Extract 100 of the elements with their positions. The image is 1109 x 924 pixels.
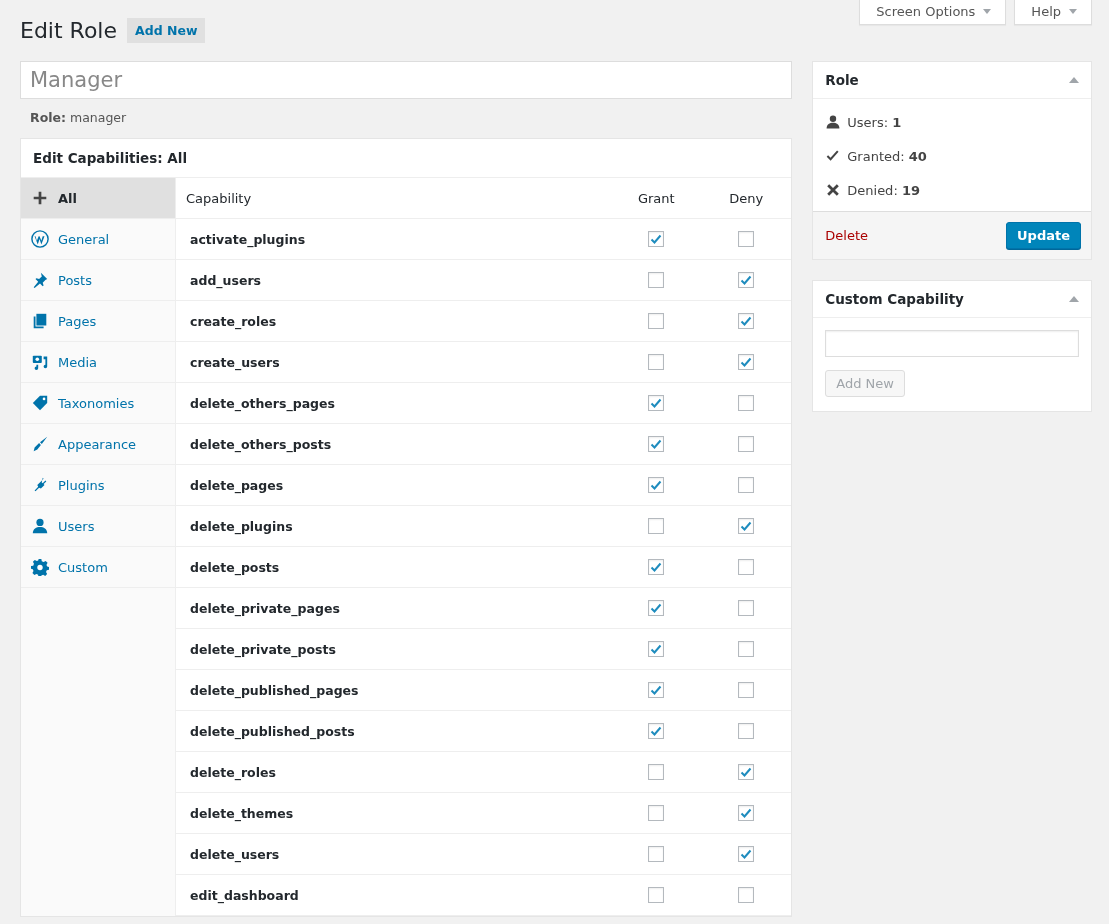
capability-name: delete_others_posts xyxy=(189,436,333,452)
deny-checkbox[interactable] xyxy=(738,764,755,780)
deny-checkbox[interactable] xyxy=(738,477,755,493)
deny-checkbox[interactable] xyxy=(738,436,755,452)
deny-checkbox[interactable] xyxy=(738,313,755,329)
deny-checkbox[interactable] xyxy=(738,354,755,370)
grant-checkbox[interactable] xyxy=(648,887,665,903)
grant-checkbox[interactable] xyxy=(648,723,665,739)
deny-checkbox[interactable] xyxy=(738,887,755,903)
role-name-field[interactable]: Manager xyxy=(20,61,793,99)
capability-name: delete_published_pages xyxy=(189,682,360,698)
deny-checkbox[interactable] xyxy=(738,641,755,657)
grant-checkbox[interactable] xyxy=(648,518,665,534)
grant-checkbox[interactable] xyxy=(648,641,665,657)
column-header: Grant xyxy=(636,190,676,206)
add-new-button[interactable]: Add New xyxy=(127,17,206,43)
group-tab[interactable]: Taxonomies xyxy=(21,383,175,424)
tag-icon xyxy=(31,394,49,412)
wordpress-logo-icon xyxy=(31,230,49,248)
group-tab[interactable]: Posts xyxy=(21,260,175,301)
grant-checkbox[interactable] xyxy=(648,764,665,780)
deny-checkbox[interactable] xyxy=(738,395,755,411)
group-tab[interactable]: Users xyxy=(21,506,175,547)
group-label: All xyxy=(58,190,77,206)
deny-checkbox[interactable] xyxy=(738,846,755,862)
screen-tab[interactable]: Screen Options xyxy=(859,0,1007,25)
box-title: Role xyxy=(825,72,859,88)
grant-checkbox[interactable] xyxy=(648,477,665,493)
delete-link[interactable]: Delete xyxy=(825,228,868,243)
plus-icon xyxy=(31,189,49,207)
group-label: Posts xyxy=(58,272,92,288)
stat-text: Granted: 40 xyxy=(847,148,927,164)
grant-checkbox[interactable] xyxy=(648,805,665,821)
stat-text: Users: 1 xyxy=(847,114,902,130)
pushpin-icon xyxy=(31,271,49,289)
capability-input-field[interactable] xyxy=(825,330,1079,357)
grant-checkbox[interactable] xyxy=(648,272,665,288)
grant-checkbox[interactable] xyxy=(648,559,665,575)
capability-name: delete_published_posts xyxy=(189,723,356,739)
collapse-toggle-icon[interactable] xyxy=(1069,296,1079,302)
capability-name: delete_others_pages xyxy=(189,395,336,411)
grant-checkbox[interactable] xyxy=(648,395,665,411)
group-label: Media xyxy=(58,354,98,370)
group-label: General xyxy=(58,231,110,247)
grant-checkbox[interactable] xyxy=(648,354,665,370)
group-tab[interactable]: General xyxy=(21,219,175,260)
capability-name: delete_themes xyxy=(189,805,295,821)
capability-name: add_users xyxy=(189,272,262,288)
deny-checkbox[interactable] xyxy=(738,518,755,534)
capability-name: delete_private_posts xyxy=(189,641,337,657)
deny-checkbox[interactable] xyxy=(738,682,755,698)
caret-icon xyxy=(983,8,992,14)
deny-checkbox[interactable] xyxy=(738,723,755,739)
capability-name: delete_posts xyxy=(189,559,281,575)
stat-text: Denied: 19 xyxy=(847,182,920,198)
group-label: Custom xyxy=(58,559,108,575)
user-icon xyxy=(825,114,842,130)
collapse-toggle-icon[interactable] xyxy=(1069,77,1079,83)
deny-checkbox[interactable] xyxy=(738,272,755,288)
group-tab[interactable]: Media xyxy=(21,342,175,383)
capability-name: create_users xyxy=(189,354,281,370)
user-icon xyxy=(31,517,49,535)
group-label: Users xyxy=(58,518,95,534)
gear-icon xyxy=(31,558,49,576)
box-title: Custom Capability xyxy=(825,291,964,307)
capability-name: delete_private_pages xyxy=(189,600,341,616)
capability-name: create_roles xyxy=(189,313,278,329)
grant-checkbox[interactable] xyxy=(648,313,665,329)
capability-name: activate_plugins xyxy=(189,231,307,247)
deny-checkbox[interactable] xyxy=(738,600,755,616)
column-header: Capability xyxy=(185,190,253,206)
deny-checkbox[interactable] xyxy=(738,805,755,821)
update-button[interactable]: Update xyxy=(1006,222,1081,249)
brush-icon xyxy=(31,435,49,453)
caret-icon xyxy=(1069,8,1077,14)
capability-name: edit_dashboard xyxy=(189,887,300,903)
deny-checkbox[interactable] xyxy=(738,559,755,575)
group-label: Plugins xyxy=(58,477,105,493)
capability-name: delete_users xyxy=(189,846,281,862)
group-label: Appearance xyxy=(58,436,137,452)
grant-checkbox[interactable] xyxy=(648,682,665,698)
group-tab[interactable]: Pages xyxy=(21,301,175,342)
role-slug: Role: manager xyxy=(29,109,128,127)
deny-checkbox[interactable] xyxy=(738,231,755,247)
capability-name: delete_pages xyxy=(189,477,285,493)
group-label: Taxonomies xyxy=(58,395,135,411)
grant-checkbox[interactable] xyxy=(648,231,665,247)
grant-checkbox[interactable] xyxy=(648,600,665,616)
group-tab[interactable]: All xyxy=(21,178,175,219)
pages-icon xyxy=(31,312,49,330)
page-title: Edit Role xyxy=(20,17,117,43)
capability-name: delete_plugins xyxy=(189,518,294,534)
grant-checkbox[interactable] xyxy=(648,436,665,452)
group-tab[interactable]: Appearance xyxy=(21,424,175,465)
screen-tab[interactable]: Help xyxy=(1014,0,1092,25)
capability-name: delete_roles xyxy=(189,764,277,780)
column-header: Deny xyxy=(728,190,765,206)
group-tab[interactable]: Plugins xyxy=(21,465,175,506)
grant-checkbox[interactable] xyxy=(648,846,665,862)
group-tab[interactable]: Custom xyxy=(21,547,175,588)
